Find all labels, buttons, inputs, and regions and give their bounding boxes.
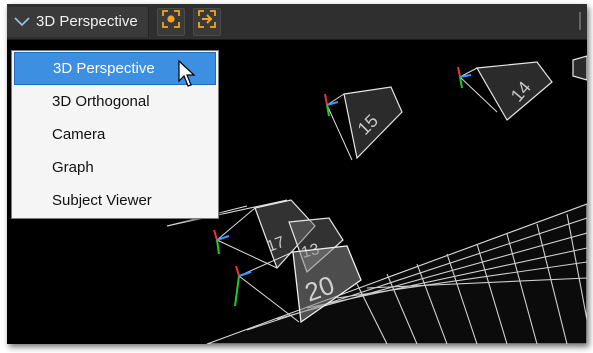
camera-focus-button[interactable]: [156, 7, 185, 36]
viewer-window: 3D Perspective 15 14 17 20 3D Perspectiv…: [7, 4, 587, 344]
view-mode-label: 3D Perspective: [36, 13, 138, 30]
menu-item-3d-orthogonal[interactable]: 3D Orthogonal: [14, 85, 216, 118]
arrow-enter-button[interactable]: [192, 7, 221, 36]
camera-marker[interactable]: 15: [324, 86, 403, 161]
camera-marker[interactable]: 14: [457, 61, 553, 121]
view-mode-dropdown[interactable]: 3D Perspective: [7, 6, 149, 37]
toolbar-grip[interactable]: [579, 12, 581, 30]
chevron-down-icon: [14, 16, 30, 27]
mouse-pointer-icon: [178, 60, 196, 87]
camera-focus-icon: [161, 9, 181, 34]
arrow-enter-icon: [197, 9, 217, 34]
menu-item-camera[interactable]: Camera: [14, 118, 216, 151]
camera-marker[interactable]: [572, 55, 587, 81]
viewer-toolbar: 3D Perspective: [7, 4, 587, 40]
menu-item-subject-viewer[interactable]: Subject Viewer: [14, 184, 216, 217]
menu-item-graph[interactable]: Graph: [14, 151, 216, 184]
